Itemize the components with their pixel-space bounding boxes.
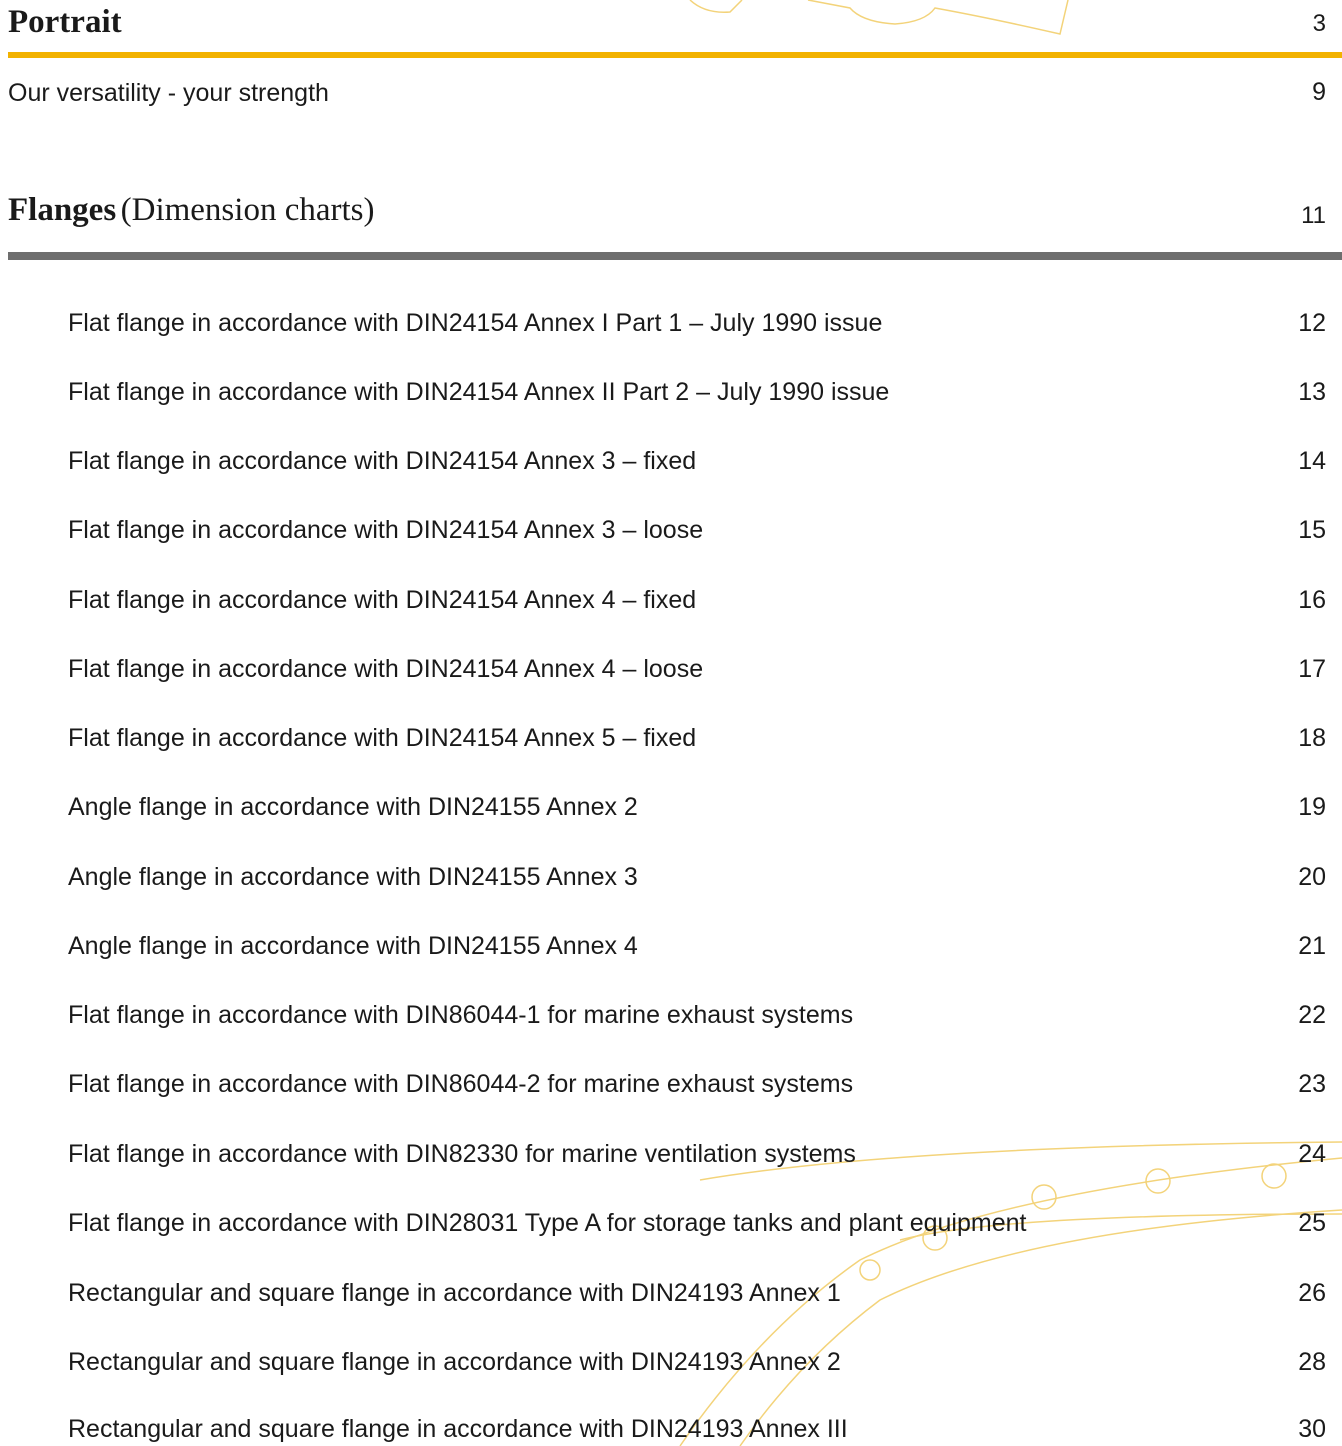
- entry-label: Flat flange in accordance with DIN24154 …: [68, 655, 704, 683]
- entry-page-number: 12: [1298, 309, 1326, 337]
- toc-entry[interactable]: Flat flange in accordance with DIN86044-…: [68, 998, 1326, 1032]
- toc-entry[interactable]: Angle flange in accordance with DIN24155…: [68, 929, 1326, 963]
- entry-label: Angle flange in accordance with DIN24155…: [68, 863, 638, 891]
- toc-entry[interactable]: Flat flange in accordance with DIN24154 …: [68, 721, 1326, 755]
- entry-label: Flat flange in accordance with DIN82330 …: [68, 1140, 856, 1168]
- entry-page-number: 22: [1298, 1001, 1326, 1029]
- toc-entry[interactable]: Angle flange in accordance with DIN24155…: [68, 790, 1326, 824]
- accent-rule: [8, 52, 1342, 58]
- entry-page-number: 26: [1298, 1279, 1326, 1307]
- entry-label: Flat flange in accordance with DIN86044-…: [68, 1070, 854, 1098]
- entry-label: Flat flange in accordance with DIN86044-…: [68, 1001, 854, 1029]
- intro-label: Our versatility - your strength: [8, 79, 329, 107]
- toc-entry[interactable]: Angle flange in accordance with DIN24155…: [68, 860, 1326, 894]
- entry-label: Rectangular and square flange in accorda…: [68, 1348, 841, 1376]
- entry-label: Flat flange in accordance with DIN24154 …: [68, 447, 697, 475]
- intro-page-number: 9: [1312, 78, 1326, 106]
- entry-page-number: 23: [1298, 1070, 1326, 1098]
- entry-page-number: 24: [1298, 1140, 1326, 1168]
- entry-page-number: 28: [1298, 1348, 1326, 1376]
- toc-entry[interactable]: Rectangular and square flange in accorda…: [68, 1276, 1326, 1310]
- flanges-subtitle: (Dimension charts): [120, 192, 375, 228]
- entry-page-number: 15: [1298, 516, 1326, 544]
- portrait-heading[interactable]: Portrait: [8, 4, 1326, 44]
- entry-page-number: 25: [1298, 1209, 1326, 1237]
- portrait-page-number: 3: [1312, 10, 1326, 37]
- toc-entry[interactable]: Flat flange in accordance with DIN24154 …: [68, 652, 1326, 686]
- entry-page-number: 13: [1298, 378, 1326, 406]
- toc-entry[interactable]: Flat flange in accordance with DIN82330 …: [68, 1137, 1326, 1171]
- entry-page-number: 20: [1298, 863, 1326, 891]
- entry-label: Flat flange in accordance with DIN24154 …: [68, 516, 704, 544]
- toc-entry[interactable]: Flat flange in accordance with DIN24154 …: [68, 306, 1326, 340]
- entry-label: Flat flange in accordance with DIN24154 …: [68, 724, 697, 752]
- entry-label: Rectangular and square flange in accorda…: [68, 1279, 841, 1307]
- entry-page-number: 16: [1298, 586, 1326, 614]
- entry-label: Flat flange in accordance with DIN24154 …: [68, 586, 697, 614]
- entry-label: Angle flange in accordance with DIN24155…: [68, 793, 638, 821]
- intro-entry[interactable]: Our versatility - your strength: [8, 76, 1326, 110]
- toc-entry[interactable]: Flat flange in accordance with DIN86044-…: [68, 1067, 1326, 1101]
- entry-page-number: 18: [1298, 724, 1326, 752]
- toc-entry[interactable]: Flat flange in accordance with DIN24154 …: [68, 583, 1326, 617]
- toc-entry[interactable]: Rectangular and square flange in accorda…: [68, 1412, 1326, 1446]
- toc-entry[interactable]: Flat flange in accordance with DIN24154 …: [68, 444, 1326, 478]
- entry-label: Flat flange in accordance with DIN24154 …: [68, 309, 883, 337]
- entry-label: Flat flange in accordance with DIN24154 …: [68, 378, 890, 406]
- toc-entry[interactable]: Flat flange in accordance with DIN28031 …: [68, 1206, 1326, 1240]
- entry-page-number: 21: [1298, 932, 1326, 960]
- toc-entry[interactable]: Flat flange in accordance with DIN24154 …: [68, 513, 1326, 547]
- entry-label: Angle flange in accordance with DIN24155…: [68, 932, 638, 960]
- entry-label: Flat flange in accordance with DIN28031 …: [68, 1209, 1027, 1237]
- flanges-page-number: 11: [1301, 202, 1326, 229]
- entry-page-number: 30: [1298, 1415, 1326, 1443]
- entry-page-number: 19: [1298, 793, 1326, 821]
- flanges-heading[interactable]: Flanges (Dimension charts): [8, 192, 1326, 236]
- entry-page-number: 14: [1298, 447, 1326, 475]
- toc-entry[interactable]: Rectangular and square flange in accorda…: [68, 1345, 1326, 1379]
- gray-rule: [8, 252, 1342, 260]
- entry-label: Rectangular and square flange in accorda…: [68, 1415, 848, 1443]
- toc-entry[interactable]: Flat flange in accordance with DIN24154 …: [68, 375, 1326, 409]
- flanges-title: Flanges: [8, 192, 117, 228]
- entry-page-number: 17: [1298, 655, 1326, 683]
- portrait-title: Portrait: [8, 4, 122, 40]
